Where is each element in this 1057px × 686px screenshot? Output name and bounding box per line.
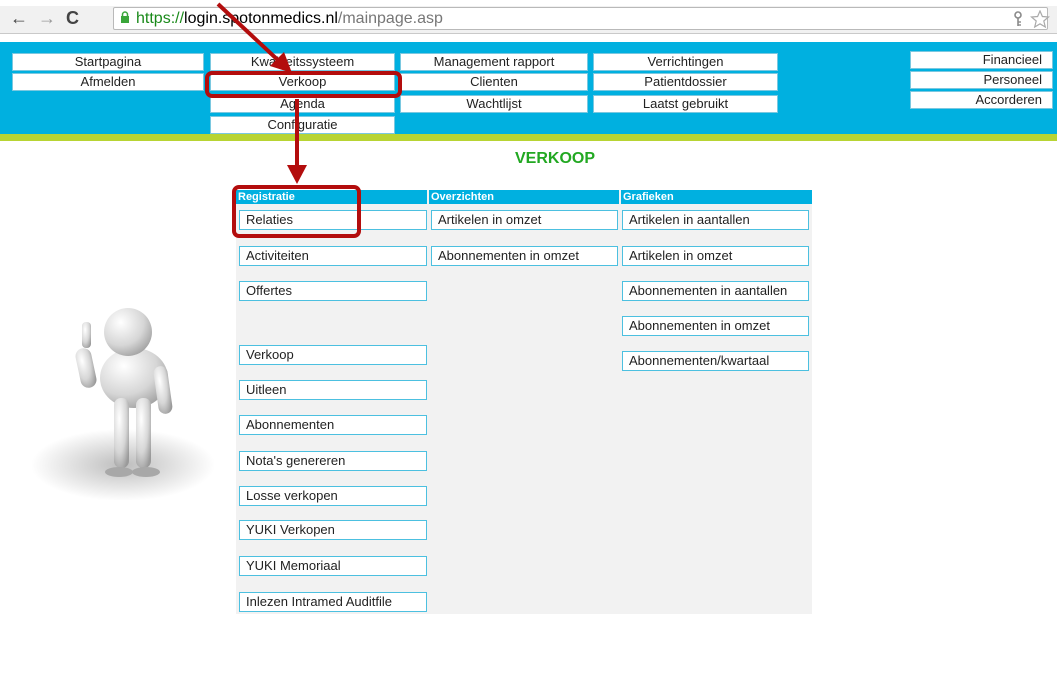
- link-notas-genereren[interactable]: Nota's genereren: [239, 451, 427, 471]
- link-uitleen[interactable]: Uitleen: [239, 380, 427, 400]
- star-icon[interactable]: [1030, 10, 1050, 28]
- menu-wachtlijst[interactable]: Wachtlijst: [400, 95, 588, 113]
- menu-verrichtingen[interactable]: Verrichtingen: [593, 53, 778, 71]
- link-grafiek-abonnementen-in-aantallen[interactable]: Abonnementen in aantallen: [622, 281, 809, 301]
- thumbs-up-figure-illustration: [31, 308, 215, 500]
- page-title: VERKOOP: [514, 150, 595, 167]
- link-grafiek-artikelen-in-aantallen[interactable]: Artikelen in aantallen: [622, 210, 809, 230]
- forward-icon[interactable]: →: [38, 9, 56, 27]
- menu-configuratie[interactable]: Configuratie: [210, 116, 395, 134]
- url-path: /mainpage.asp: [337, 10, 443, 27]
- link-artikelen-in-omzet[interactable]: Artikelen in omzet: [431, 210, 618, 230]
- menu-personeel[interactable]: Personeel: [910, 71, 1053, 89]
- url-scheme: https://: [136, 10, 185, 27]
- reload-icon[interactable]: C: [66, 9, 79, 27]
- menu-startpagina[interactable]: Startpagina: [12, 53, 204, 71]
- cropped-caption: [0, 0, 1057, 6]
- link-yuki-verkopen[interactable]: YUKI Verkopen: [239, 520, 427, 540]
- menu-accorderen[interactable]: Accorderen: [910, 91, 1053, 109]
- header-accent-line: [0, 134, 1057, 141]
- link-yuki-memoriaal[interactable]: YUKI Memoriaal: [239, 556, 427, 576]
- link-abonnementen[interactable]: Abonnementen: [239, 415, 427, 435]
- menu-kwaliteitssysteem[interactable]: Kwaliteitssysteem: [210, 53, 395, 71]
- annotation-box-verkoop: [205, 71, 402, 98]
- link-grafiek-artikelen-in-omzet[interactable]: Artikelen in omzet: [622, 246, 809, 266]
- link-activiteiten[interactable]: Activiteiten: [239, 246, 427, 266]
- menu-management-rapport[interactable]: Management rapport: [400, 53, 588, 71]
- menu-financieel[interactable]: Financieel: [910, 51, 1053, 69]
- annotation-box-relaties: [232, 185, 361, 238]
- link-inlezen-intramed-auditfile[interactable]: Inlezen Intramed Auditfile: [239, 592, 427, 612]
- link-abonnementen-in-omzet[interactable]: Abonnementen in omzet: [431, 246, 618, 266]
- back-icon[interactable]: ←: [10, 9, 28, 27]
- column-header-overzichten: Overzichten: [429, 190, 619, 204]
- column-header-grafieken: Grafieken: [621, 190, 812, 204]
- menu-afmelden[interactable]: Afmelden: [12, 73, 204, 91]
- link-losse-verkopen[interactable]: Losse verkopen: [239, 486, 427, 506]
- link-grafiek-abonnementen-in-omzet[interactable]: Abonnementen in omzet: [622, 316, 809, 336]
- link-grafiek-abonnementen-kwartaal[interactable]: Abonnementen/kwartaal: [622, 351, 809, 371]
- url-text[interactable]: https://login.spotonmedics.nl/mainpage.a…: [136, 10, 443, 28]
- url-host: login.spotonmedics.nl: [184, 10, 338, 27]
- link-offertes[interactable]: Offertes: [239, 281, 427, 301]
- link-verkoop[interactable]: Verkoop: [239, 345, 427, 365]
- key-icon[interactable]: [1012, 11, 1024, 27]
- menu-laatst-gebruikt[interactable]: Laatst gebruikt: [593, 95, 778, 113]
- lock-icon: [121, 11, 129, 23]
- menu-clienten[interactable]: Clienten: [400, 73, 588, 91]
- menu-patientdossier[interactable]: Patientdossier: [593, 73, 778, 91]
